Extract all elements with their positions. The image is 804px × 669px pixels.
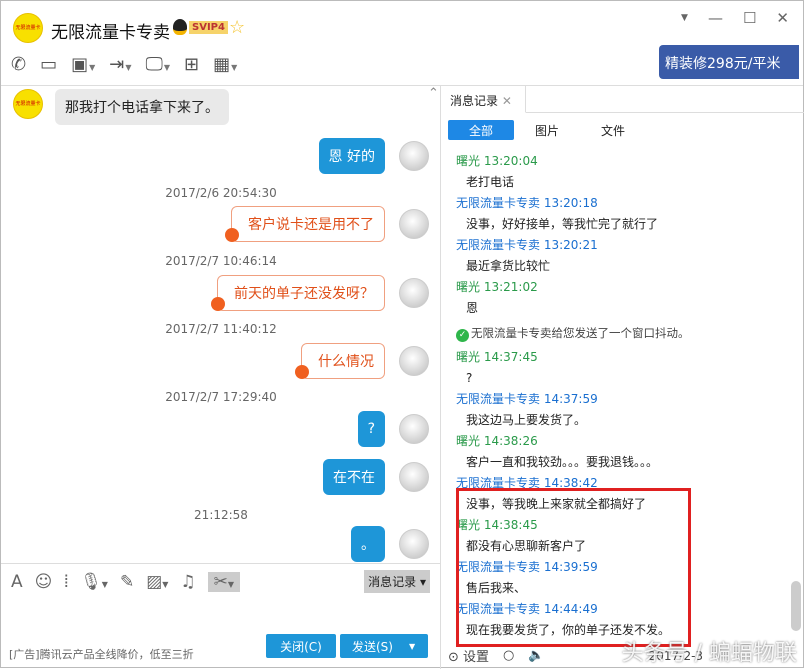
star-icon[interactable]: ☆	[229, 17, 245, 38]
image-icon[interactable]: ▨▼	[146, 572, 168, 592]
svip-badge[interactable]: SVIP4	[173, 19, 228, 35]
check-icon: ✓	[456, 329, 469, 342]
message-timestamp: 21:12:58	[1, 508, 441, 522]
history-sender: 曙光 13:21:02	[456, 277, 786, 298]
history-label: 消息记录	[368, 575, 416, 589]
highlight-box	[456, 488, 691, 647]
my-avatar	[399, 462, 429, 492]
history-message: ?	[456, 368, 786, 389]
read-status-icon	[211, 297, 225, 311]
history-sender: 曙光 13:20:04	[456, 151, 786, 172]
message-timestamp: 2017/2/7 11:40:12	[1, 322, 441, 336]
search-icon[interactable]: ○	[503, 648, 514, 663]
outgoing-message: 恩 好的	[319, 138, 385, 174]
input-toolbar: A ☺ ⦙ 🎙▼ ✎ ▨▼ ♫ ✂▼	[11, 572, 240, 592]
ad-text: 精装修298元/平米	[665, 56, 780, 72]
filter-files[interactable]: 文件	[580, 120, 646, 140]
incoming-message: 那我打个电话拿下来了。	[55, 89, 229, 125]
screen-share-icon[interactable]: ▣▼	[71, 54, 95, 75]
outgoing-message: 什么情况	[301, 343, 385, 379]
outgoing-message: 前天的单子还没发呀？	[217, 275, 385, 311]
new-chat-icon[interactable]: ⊞	[184, 54, 199, 75]
outgoing-message: ?	[358, 411, 385, 447]
contact-avatar-small: 无限流量卡	[13, 89, 43, 119]
contact-name: 无限流量卡专卖	[51, 18, 170, 43]
file-transfer-icon[interactable]: ⇥▼	[109, 54, 131, 75]
tab-label: 消息记录	[450, 94, 498, 108]
message-timestamp: 2017/2/7 17:29:40	[1, 390, 441, 404]
history-sender: 无限流量卡专卖 14:37:59	[456, 389, 786, 410]
apps-icon[interactable]: ▦▼	[213, 54, 237, 75]
read-status-icon	[225, 228, 239, 242]
history-message: 我这边马上要发货了。	[456, 410, 786, 431]
shake-icon[interactable]: ⦙	[64, 572, 68, 592]
video-call-icon[interactable]: ▭	[40, 54, 57, 75]
vip-level: SVIP4	[189, 21, 228, 34]
my-avatar	[399, 346, 429, 376]
message-timestamp: 2017/2/7 10:46:14	[1, 254, 441, 268]
dropdown-icon[interactable]: ▼	[681, 9, 688, 27]
history-panel: 消息记录 ✕ 全部 图片 文件 曙光 13:20:04老打电话无限流量卡专卖 1…	[444, 86, 804, 669]
shake-notice: ✓无限流量卡专卖给您发送了一个窗口抖动。	[456, 319, 786, 347]
close-tab-icon[interactable]: ✕	[502, 94, 512, 108]
chat-window: 无限流量卡 无限流量卡专卖 SVIP4 ☆ ▼ — ☐ ✕ ✆ ▭ ▣▼ ⇥▼ …	[0, 0, 804, 668]
send-options-icon[interactable]: ▼	[409, 642, 415, 651]
filter-all[interactable]: 全部	[448, 120, 514, 140]
scrollbar[interactable]	[791, 581, 801, 631]
outgoing-message: 客户说卡还是用不了	[231, 206, 385, 242]
scroll-up-icon[interactable]: ⌃	[428, 86, 439, 101]
history-button[interactable]: 消息记录 ▾	[364, 570, 430, 593]
scissors-icon[interactable]: ✂▼	[208, 572, 240, 592]
remote-desktop-icon[interactable]: 🖵▼	[146, 54, 171, 75]
speaker-icon[interactable]: 🔈	[528, 648, 544, 663]
my-avatar	[399, 414, 429, 444]
chat-area: 无限流量卡 那我打个电话拿下来了。 ⌃ 恩 好的 2017/2/6 20:54:3…	[1, 86, 441, 563]
outgoing-message: 。	[351, 526, 385, 562]
voice-icon[interactable]: 🎙▼	[80, 572, 108, 592]
pen-icon[interactable]: ✎	[120, 572, 134, 592]
maximize-button[interactable]: ☐	[743, 9, 756, 27]
close-chat-button[interactable]: 关闭(C)	[266, 634, 336, 658]
settings-button[interactable]: ⊙ 设置	[448, 646, 489, 665]
history-sender: 曙光 14:38:26	[456, 431, 786, 452]
outgoing-message: 在不在	[323, 459, 385, 495]
settings-label: 设置	[463, 650, 489, 665]
history-sender: 曙光 14:37:45	[456, 347, 786, 368]
minimize-button[interactable]: —	[708, 9, 723, 27]
history-message: 没事，好好接单，等我忙完了就行了	[456, 214, 786, 235]
history-message: 客户一直和我较劲。。。要我退钱。。。	[456, 452, 786, 473]
close-button[interactable]: ✕	[776, 9, 789, 27]
ad-link[interactable]: [广告]腾讯云产品全线降价，低至三折	[9, 646, 194, 662]
tab-history[interactable]: 消息记录 ✕	[444, 86, 526, 113]
send-label: 发送(S)	[352, 638, 393, 655]
contact-avatar[interactable]: 无限流量卡	[13, 13, 43, 43]
qq-penguin-icon	[173, 19, 187, 35]
emoji-icon[interactable]: ☺	[35, 572, 53, 592]
music-icon[interactable]: ♫	[180, 572, 195, 592]
my-avatar	[399, 278, 429, 308]
input-area: A ☺ ⦙ 🎙▼ ✎ ▨▼ ♫ ✂▼ 消息记录 ▾ [广告]腾讯云产品全线降价，…	[1, 563, 441, 669]
read-status-icon	[295, 365, 309, 379]
my-avatar	[399, 529, 429, 559]
message-timestamp: 2017/2/6 20:54:30	[1, 186, 441, 200]
font-icon[interactable]: A	[11, 572, 23, 592]
toolbar: ✆ ▭ ▣▼ ⇥▼ 🖵▼ ⊞ ▦▼	[11, 54, 237, 75]
history-message: 最近拿货比较忙	[456, 256, 786, 277]
history-sender: 无限流量卡专卖 13:20:18	[456, 193, 786, 214]
phone-icon[interactable]: ✆	[11, 54, 26, 75]
window-controls: ▼ — ☐ ✕	[681, 9, 789, 27]
my-avatar	[399, 209, 429, 239]
my-avatar	[399, 141, 429, 171]
watermark: 头条号 / 蝙蝠物联	[622, 635, 797, 667]
ad-banner[interactable]: 精装修298元/平米	[659, 45, 799, 79]
filter-images[interactable]: 图片	[514, 120, 580, 140]
history-message: 恩	[456, 298, 786, 319]
tab-divider	[526, 112, 804, 113]
notice-text: 无限流量卡专卖给您发送了一个窗口抖动。	[471, 326, 690, 340]
history-message: 老打电话	[456, 172, 786, 193]
send-button[interactable]: 发送(S) ▼	[340, 634, 428, 658]
history-filters: 全部 图片 文件	[448, 120, 646, 140]
history-sender: 无限流量卡专卖 13:20:21	[456, 235, 786, 256]
